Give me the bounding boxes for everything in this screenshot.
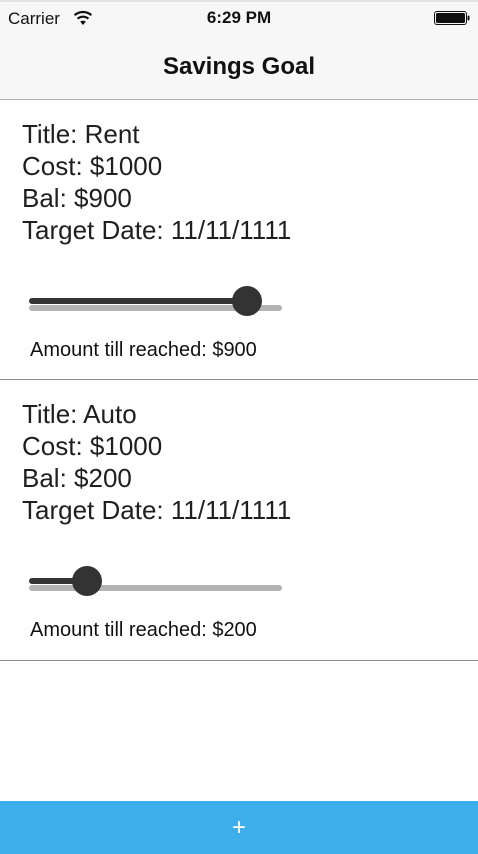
amount-till-reached: Amount till reached: $900: [30, 339, 257, 361]
goal-title: Title: Auto: [22, 399, 137, 429]
page-title: Savings Goal: [162, 53, 316, 80]
slider-track: [29, 585, 282, 591]
slider-thumb[interactable]: [72, 566, 102, 596]
goal-progress-slider[interactable]: [29, 566, 282, 598]
goal-target-date: Target Date: 11/11/1111: [22, 215, 292, 245]
goal-card-rent: Title: Rent Cost: $1000 Bal: $900 Target…: [0, 100, 478, 380]
slider-thumb[interactable]: [232, 286, 262, 316]
slider-fill: [29, 298, 247, 304]
amount-till-reached: Amount till reached: $200: [30, 619, 257, 641]
goal-cost: Cost: $1000: [22, 431, 163, 461]
navigation-bar: Savings Goal: [0, 36, 478, 100]
add-goal-button[interactable]: +: [0, 801, 478, 854]
goal-cost: Cost: $1000: [22, 151, 163, 181]
goal-progress-slider[interactable]: [29, 286, 282, 318]
goal-card-auto: Title: Auto Cost: $1000 Bal: $200 Target…: [0, 380, 478, 661]
goal-balance: Bal: $900: [22, 183, 132, 213]
goal-title: Title: Rent: [22, 119, 140, 149]
goal-target-date: Target Date: 11/11/1111: [22, 495, 292, 525]
goal-balance: Bal: $200: [22, 463, 132, 493]
status-time: 6:29 PM: [206, 8, 272, 27]
status-bar-top-line: [0, 0, 478, 2]
status-bar: Carrier 6:29 PM: [0, 0, 478, 36]
battery-icon: [434, 11, 470, 25]
